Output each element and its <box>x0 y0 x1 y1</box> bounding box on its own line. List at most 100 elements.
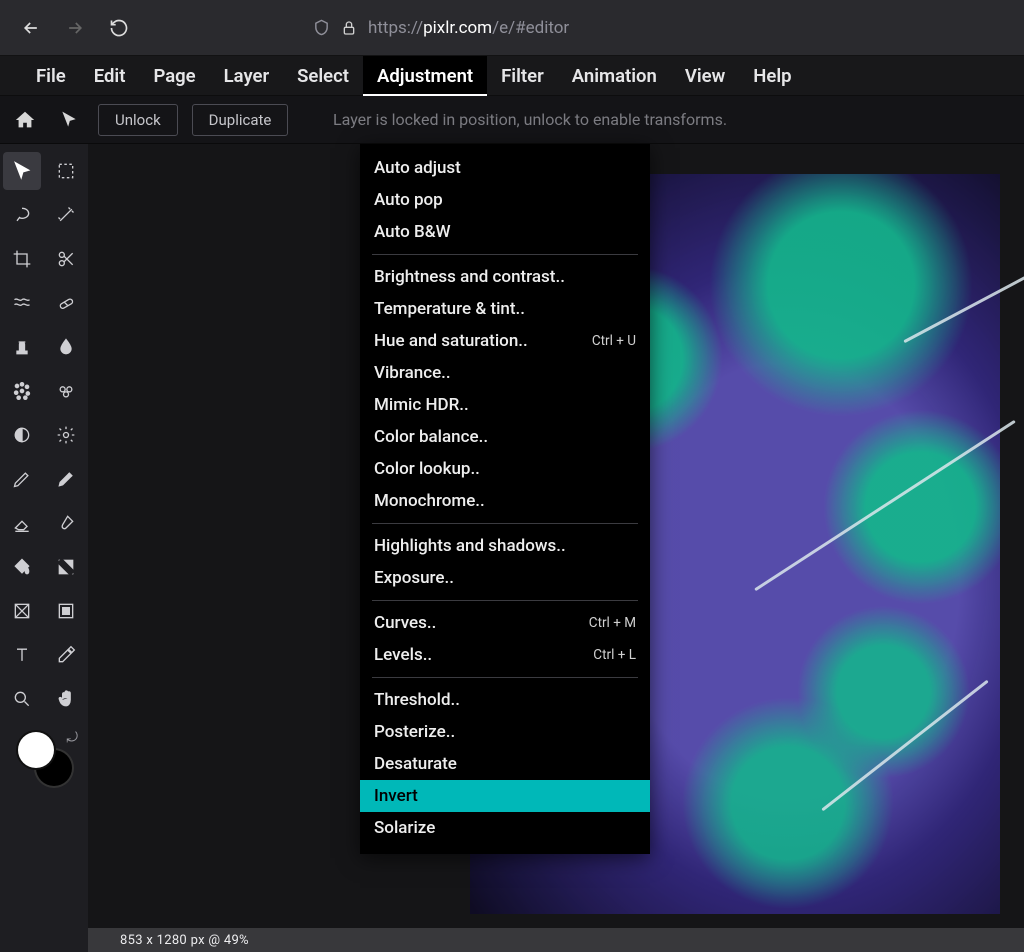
menu-item-invert[interactable]: Invert <box>360 780 650 812</box>
disperse-tool[interactable] <box>3 372 41 410</box>
menu-item-label: Exposure.. <box>374 568 454 588</box>
menu-item-color-balance[interactable]: Color balance.. <box>360 421 650 453</box>
lasso-tool[interactable] <box>3 196 41 234</box>
forward-button[interactable] <box>60 13 90 43</box>
text-tool[interactable] <box>3 636 41 674</box>
menu-item-label: Levels.. <box>374 645 432 665</box>
marquee-select-tool-icon <box>56 161 76 181</box>
menu-view[interactable]: View <box>671 56 739 96</box>
tool-strip: ⤾ <box>0 144 88 952</box>
liquify-tool[interactable] <box>3 284 41 322</box>
main-area: ⤾ Auto adjust Auto popAuto B&W Brightness … <box>0 144 1024 952</box>
gradient-tool-icon <box>56 557 76 577</box>
menu-item-label: Invert <box>374 786 418 806</box>
shape-tool-icon <box>12 601 32 621</box>
effects-tool-icon <box>56 381 76 401</box>
menu-page[interactable]: Page <box>139 56 209 96</box>
menu-item-label: Color balance.. <box>374 427 488 447</box>
zoom-tool[interactable] <box>3 680 41 718</box>
heal-tool[interactable] <box>47 284 85 322</box>
back-button[interactable] <box>16 13 46 43</box>
menu-item-shortcut: Ctrl + M <box>589 615 636 631</box>
eraser-tool[interactable] <box>3 504 41 542</box>
menu-separator <box>372 677 638 678</box>
text-tool-icon <box>12 645 32 665</box>
menu-item-label: Hue and saturation.. <box>374 331 528 351</box>
menu-layer[interactable]: Layer <box>210 56 283 96</box>
menu-item-posterize[interactable]: Posterize.. <box>360 716 650 748</box>
blur-tool[interactable] <box>47 328 85 366</box>
color-swatches[interactable]: ⤾ <box>14 732 74 792</box>
menu-item-temperature-tint[interactable]: Temperature & tint.. <box>360 293 650 325</box>
menu-item-mimic-hdr[interactable]: Mimic HDR.. <box>360 389 650 421</box>
cut-tool[interactable] <box>47 240 85 278</box>
address-bar[interactable]: https://pixlr.com/e/#editor <box>312 18 569 38</box>
menu-animation[interactable]: Animation <box>558 56 671 96</box>
menu-item-vibrance[interactable]: Vibrance.. <box>360 357 650 389</box>
swap-colors-icon[interactable]: ⤾ <box>66 730 78 746</box>
menu-edit[interactable]: Edit <box>80 56 140 96</box>
menu-select[interactable]: Select <box>283 56 363 96</box>
menu-item-solarize[interactable]: Solarize <box>360 812 650 844</box>
eyedropper-tool-icon <box>56 645 76 665</box>
menu-item-hue-and-saturation[interactable]: Hue and saturation.. Ctrl + U <box>360 325 650 357</box>
menu-item-label: Curves.. <box>374 613 436 633</box>
shape-tool[interactable] <box>3 592 41 630</box>
menu-help[interactable]: Help <box>739 56 805 96</box>
move-tool[interactable] <box>3 152 41 190</box>
crop-tool[interactable] <box>3 240 41 278</box>
menu-item-label: Monochrome.. <box>374 491 485 511</box>
menu-item-monochrome[interactable]: Monochrome.. <box>360 485 650 517</box>
paint-brush-tool[interactable] <box>47 504 85 542</box>
menu-item-curves[interactable]: Curves.. Ctrl + M <box>360 607 650 639</box>
fill-tool[interactable] <box>3 548 41 586</box>
eraser-tool-icon <box>12 513 32 533</box>
menu-item-auto-pop[interactable]: Auto pop <box>360 184 650 216</box>
clone-stamp-tool-icon <box>12 337 32 357</box>
brush-tool[interactable] <box>47 460 85 498</box>
menu-item-auto-b-w[interactable]: Auto B&W <box>360 216 650 248</box>
magic-wand-tool[interactable] <box>47 196 85 234</box>
menu-item-label: Auto adjust <box>374 158 461 178</box>
paint-brush-tool-icon <box>56 513 76 533</box>
pen-tool-icon <box>12 469 32 489</box>
menu-item-highlights-and-shadows[interactable]: Highlights and shadows.. <box>360 530 650 562</box>
settings-gear-tool[interactable] <box>47 416 85 454</box>
foreground-color-swatch[interactable] <box>18 732 54 768</box>
menu-item-color-lookup[interactable]: Color lookup.. <box>360 453 650 485</box>
effects-tool[interactable] <box>47 372 85 410</box>
menu-adjustment[interactable]: Adjustment <box>363 56 487 96</box>
duplicate-button[interactable]: Duplicate <box>192 104 289 136</box>
menu-item-levels[interactable]: Levels.. Ctrl + L <box>360 639 650 671</box>
menu-item-label: Mimic HDR.. <box>374 395 469 415</box>
heal-tool-icon <box>56 293 76 313</box>
arrow-right-icon <box>65 18 85 38</box>
pen-tool[interactable] <box>3 460 41 498</box>
cursor-icon <box>59 110 79 130</box>
menu-item-shortcut: Ctrl + U <box>592 333 636 349</box>
menu-item-label: Threshold.. <box>374 690 460 710</box>
lock-icon <box>340 20 358 36</box>
gradient-tool[interactable] <box>47 548 85 586</box>
arrange-tool-indicator[interactable] <box>54 105 84 135</box>
menu-item-auto-adjust[interactable]: Auto adjust <box>360 152 650 184</box>
menu-item-label: Brightness and contrast.. <box>374 267 565 287</box>
clone-stamp-tool[interactable] <box>3 328 41 366</box>
unlock-button[interactable]: Unlock <box>98 104 178 136</box>
hand-tool[interactable] <box>47 680 85 718</box>
menu-file[interactable]: File <box>22 56 80 96</box>
menu-item-desaturate[interactable]: Desaturate <box>360 748 650 780</box>
frame-tool[interactable] <box>47 592 85 630</box>
home-button[interactable] <box>10 105 40 135</box>
menu-item-brightness-and-contrast[interactable]: Brightness and contrast.. <box>360 261 650 293</box>
dodge-burn-tool[interactable] <box>3 416 41 454</box>
menu-item-shortcut: Ctrl + L <box>593 647 636 663</box>
marquee-select-tool[interactable] <box>47 152 85 190</box>
eyedropper-tool[interactable] <box>47 636 85 674</box>
reload-button[interactable] <box>104 13 134 43</box>
menu-item-exposure[interactable]: Exposure.. <box>360 562 650 594</box>
menu-item-threshold[interactable]: Threshold.. <box>360 684 650 716</box>
menu-filter[interactable]: Filter <box>487 56 558 96</box>
dodge-burn-tool-icon <box>12 425 32 445</box>
home-icon <box>14 109 36 131</box>
